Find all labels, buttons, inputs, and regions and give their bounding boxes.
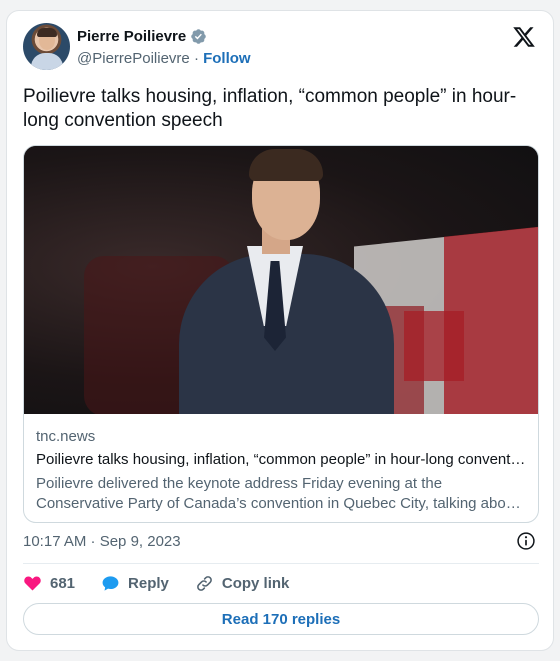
avatar[interactable] bbox=[23, 23, 70, 70]
reply-button[interactable]: Reply bbox=[101, 574, 169, 593]
link-description: Poilievre delivered the keynote address … bbox=[36, 475, 521, 512]
link-preview-meta: tnc.news Poilievre talks housing, inflat… bbox=[24, 414, 538, 514]
tweet-actions: 681 Reply Copy link bbox=[23, 573, 315, 593]
tweet-card: Pierre Poilievre @PierrePoilievre · Foll… bbox=[6, 10, 554, 651]
copy-link-label: Copy link bbox=[221, 574, 290, 592]
author-handle-row: @PierrePoilievre · Follow bbox=[77, 50, 251, 67]
info-icon[interactable] bbox=[516, 531, 536, 551]
link-domain: tnc.news bbox=[36, 428, 96, 445]
copy-link-button[interactable]: Copy link bbox=[195, 574, 290, 593]
verified-badge-icon bbox=[191, 29, 206, 44]
divider bbox=[23, 563, 539, 564]
tweet-timestamp[interactable]: 10:17 AM · Sep 9, 2023 bbox=[23, 533, 181, 550]
handle-separator: · bbox=[193, 50, 199, 67]
maple-leaf bbox=[404, 311, 464, 381]
link-preview-image bbox=[24, 146, 538, 414]
reply-label: Reply bbox=[128, 574, 169, 592]
link-title: Poilievre talks housing, inflation, “com… bbox=[36, 451, 526, 468]
speaker-hair bbox=[249, 149, 323, 181]
link-icon bbox=[196, 575, 212, 591]
follow-button[interactable]: Follow bbox=[203, 50, 251, 67]
author-name[interactable]: Pierre Poilievre bbox=[77, 28, 186, 45]
like-button[interactable]: 681 bbox=[23, 574, 75, 593]
x-logo-icon[interactable] bbox=[512, 25, 536, 49]
author-name-row: Pierre Poilievre bbox=[77, 28, 207, 45]
link-preview-card[interactable]: tnc.news Poilievre talks housing, inflat… bbox=[23, 145, 539, 523]
reply-bubble-icon bbox=[102, 575, 119, 591]
read-replies-button[interactable]: Read 170 replies bbox=[23, 603, 539, 635]
author-handle[interactable]: @PierrePoilievre bbox=[77, 50, 190, 67]
tweet-text: Poilievre talks housing, inflation, “com… bbox=[23, 86, 517, 131]
avatar-hair bbox=[37, 28, 57, 37]
avatar-shirt bbox=[31, 53, 63, 70]
like-count: 681 bbox=[50, 574, 76, 592]
heart-icon bbox=[24, 575, 41, 591]
